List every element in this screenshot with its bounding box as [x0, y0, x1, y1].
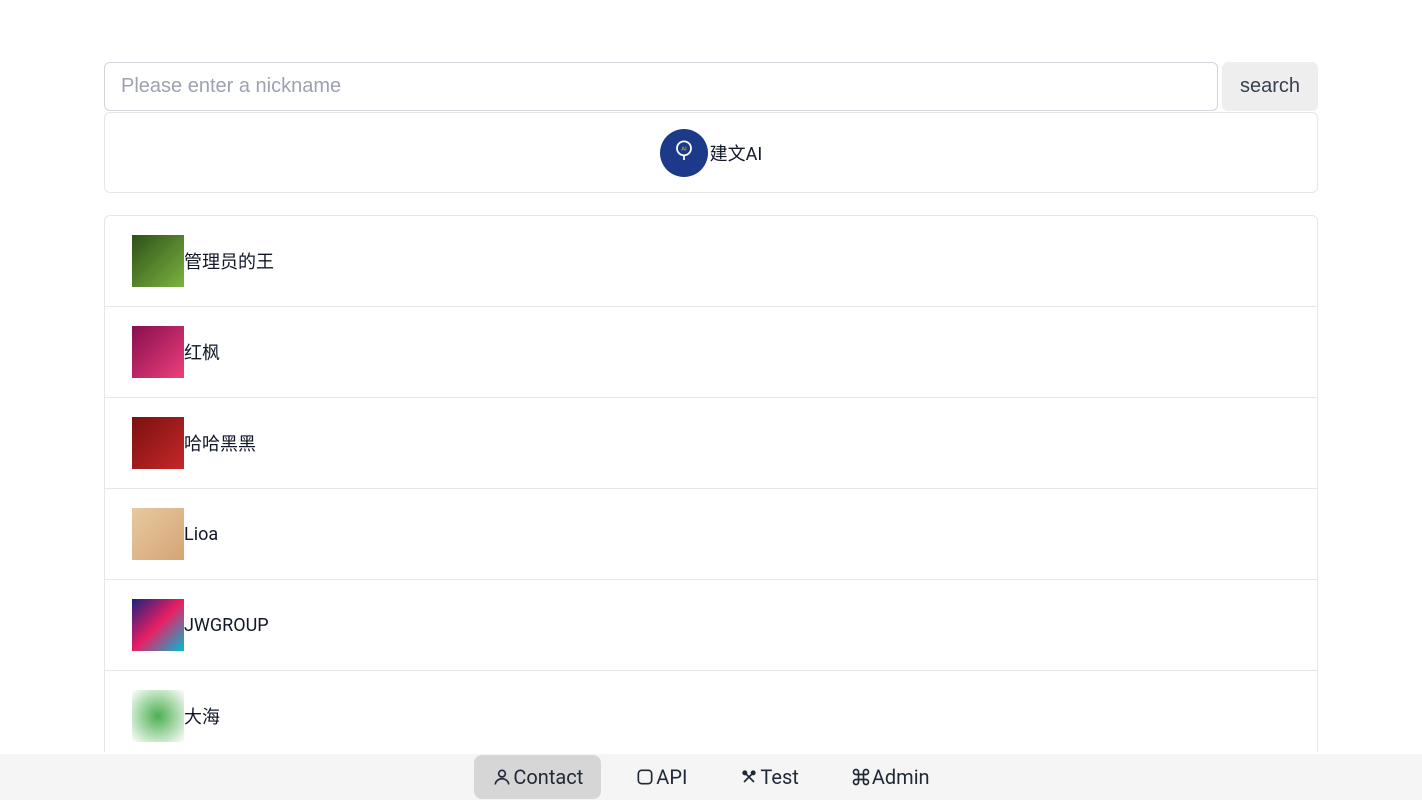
avatar [132, 417, 184, 469]
nav-test[interactable]: Test [721, 755, 816, 799]
tools-icon [739, 767, 759, 787]
search-row: search [104, 62, 1318, 111]
nav-api[interactable]: API [617, 755, 705, 799]
nav-label: Admin [872, 765, 930, 789]
contact-item[interactable]: 哈哈黑黑 [105, 398, 1317, 489]
ai-head-icon: AI [670, 139, 698, 167]
contact-name: 哈哈黑黑 [184, 430, 256, 456]
contact-name: Lioa [184, 524, 218, 545]
contact-item[interactable]: Lioa [105, 489, 1317, 580]
avatar [132, 690, 184, 742]
square-icon [635, 767, 655, 787]
svg-text:AI: AI [681, 146, 687, 152]
command-icon [851, 767, 871, 787]
contact-name: JWGROUP [184, 615, 269, 636]
contact-item[interactable]: JWGROUP [105, 580, 1317, 671]
search-input[interactable] [104, 62, 1218, 111]
avatar [132, 508, 184, 560]
nav-admin[interactable]: Admin [833, 755, 948, 799]
search-button[interactable]: search [1222, 62, 1318, 111]
nav-contact[interactable]: Contact [474, 755, 601, 799]
avatar [132, 326, 184, 378]
ai-contact-row[interactable]: AI 建文AI [104, 112, 1318, 193]
nav-label: Contact [513, 765, 583, 789]
contact-item[interactable]: 红枫 [105, 307, 1317, 398]
contact-item[interactable]: 管理员的王 [105, 216, 1317, 307]
contact-name: 大海 [184, 703, 220, 729]
avatar [132, 599, 184, 651]
ai-avatar: AI [660, 129, 708, 177]
nav-label: Test [760, 765, 798, 789]
contact-list: 管理员的王 红枫 哈哈黑黑 Lioa JWGROUP 大海 [104, 215, 1318, 752]
avatar [132, 235, 184, 287]
ai-contact-name: 建文AI [710, 140, 763, 166]
contact-item[interactable]: 大海 [105, 671, 1317, 752]
bottom-nav: Contact API Test Admin [0, 754, 1422, 800]
contact-name: 红枫 [184, 339, 220, 365]
nav-label: API [656, 765, 687, 789]
contact-name: 管理员的王 [184, 248, 274, 274]
person-icon [492, 767, 512, 787]
